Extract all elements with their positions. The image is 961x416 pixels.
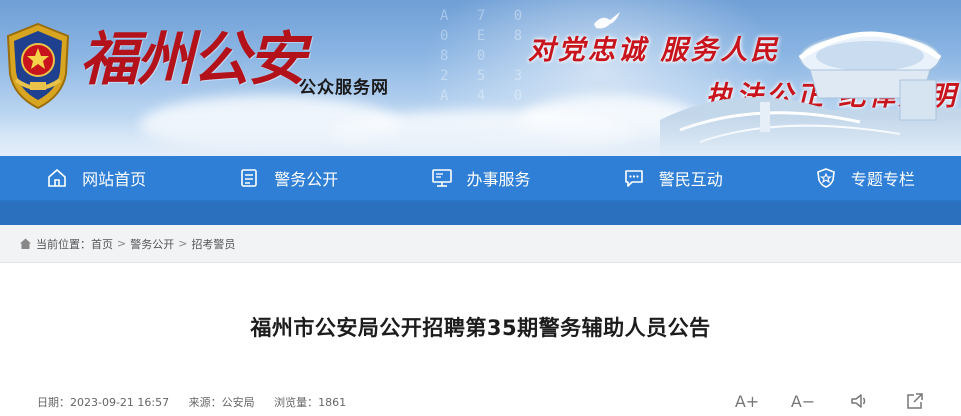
logo-calligraphy: 福州公安 bbox=[80, 25, 306, 93]
page: A 7 00 E 88 02 5 3A 4 0 福州公安 公众服务网 对党忠诚 … bbox=[0, 0, 961, 416]
nav-item-home[interactable]: 网站首页 bbox=[0, 156, 192, 200]
nav-item-services[interactable]: 办事服务 bbox=[384, 156, 576, 200]
article-date: 2023-09-21 16:57 bbox=[70, 396, 170, 409]
site-subtitle: 公众服务网 bbox=[299, 78, 389, 98]
home-icon bbox=[46, 167, 68, 189]
article-tools: A+ A− bbox=[703, 390, 927, 412]
article-title: 福州市公安局公开招聘第35期警务辅助人员公告 bbox=[250, 316, 711, 340]
chat-icon bbox=[623, 167, 645, 189]
document-icon bbox=[238, 167, 260, 189]
main-nav: 网站首页 警务公开 办事服务 警民互动 专题专栏 bbox=[0, 156, 961, 202]
speaker-icon[interactable] bbox=[847, 390, 871, 412]
breadcrumb-police-affairs[interactable]: 警务公开 bbox=[130, 236, 174, 252]
article-meta: 日期：2023-09-21 16:57 来源：公安局 浏览量：1861 bbox=[37, 394, 362, 410]
nav-item-police-affairs[interactable]: 警务公开 bbox=[192, 156, 384, 200]
nav-item-label: 网站首页 bbox=[82, 170, 147, 189]
badge-icon bbox=[815, 167, 837, 189]
nav-underbar bbox=[0, 202, 961, 225]
date-label: 日期： bbox=[37, 396, 70, 409]
nav-item-label: 专题专栏 bbox=[850, 170, 915, 189]
breadcrumb-separator: > bbox=[178, 237, 188, 250]
police-emblem-icon bbox=[6, 22, 70, 110]
breadcrumb: 当前位置： 首页 > 警务公开 > 招考警员 bbox=[0, 225, 961, 263]
nav-item-interaction[interactable]: 警民互动 bbox=[577, 156, 769, 200]
nav-item-special-topics[interactable]: 专题专栏 bbox=[769, 156, 961, 200]
font-increase-button[interactable]: A+ bbox=[735, 390, 759, 412]
views-label: 浏览量： bbox=[274, 396, 319, 409]
font-decrease-button[interactable]: A− bbox=[791, 390, 815, 412]
nav-item-label: 警民互动 bbox=[658, 170, 723, 189]
breadcrumb-home[interactable]: 首页 bbox=[91, 236, 113, 252]
nav-item-label: 警务公开 bbox=[274, 170, 339, 189]
home-icon bbox=[19, 237, 32, 250]
monitor-icon bbox=[431, 167, 453, 189]
share-icon[interactable] bbox=[903, 390, 927, 412]
breadcrumb-recruitment[interactable]: 招考警员 bbox=[191, 236, 235, 252]
breadcrumb-separator: > bbox=[117, 237, 127, 250]
breadcrumb-prefix: 当前位置： bbox=[36, 237, 91, 251]
banner-ground bbox=[0, 116, 961, 156]
source-label: 来源： bbox=[188, 396, 222, 409]
header-banner: A 7 00 E 88 02 5 3A 4 0 福州公安 公众服务网 对党忠诚 … bbox=[0, 0, 961, 156]
nav-item-label: 办事服务 bbox=[466, 170, 531, 189]
article-views: 1861 bbox=[318, 396, 347, 409]
article-source: 公安局 bbox=[221, 396, 255, 409]
